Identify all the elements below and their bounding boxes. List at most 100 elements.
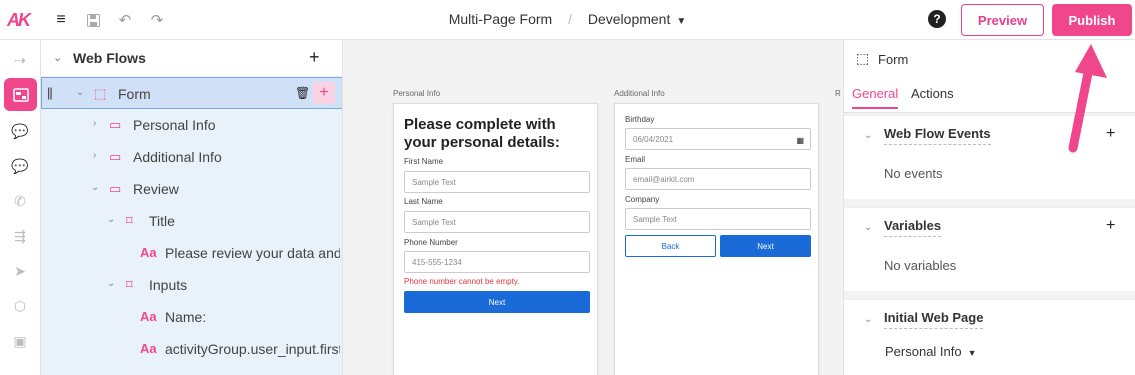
- help-icon[interactable]: ?: [928, 10, 946, 28]
- web-flows-icon[interactable]: [4, 78, 37, 111]
- app-window: AK ≡ ↶ ↷ Multi-Page Form / Development ▼ …: [0, 0, 1135, 375]
- text-icon: Aa: [140, 245, 157, 260]
- form-icon: ⬚: [94, 86, 107, 101]
- field-label: Birthday: [625, 115, 655, 124]
- tab-general[interactable]: General: [852, 86, 899, 109]
- last-name-input[interactable]: Sample Text: [404, 211, 590, 233]
- next-button[interactable]: Next: [404, 291, 590, 313]
- tree-item-first-name-binding[interactable]: Aa activityGroup.user_input.first_: [41, 333, 342, 365]
- caret-down-icon: ▼: [676, 16, 687, 27]
- page-icon: ▭: [109, 117, 122, 132]
- tree-title: Web Flows: [73, 50, 146, 66]
- tree-item-label: Title: [149, 213, 175, 229]
- page-preview-personal-info[interactable]: Please complete with your personal detai…: [393, 103, 598, 375]
- page-label-personal-info: Personal Info: [393, 89, 441, 98]
- drag-handle-icon[interactable]: ||: [47, 85, 53, 100]
- environment-label: Development: [587, 11, 671, 27]
- chevron-down-icon[interactable]: ⌄: [107, 214, 115, 225]
- field-label: First Name: [404, 157, 444, 166]
- page-label-review: R: [835, 89, 841, 98]
- trash-icon[interactable]: 🗑: [295, 86, 310, 100]
- design-canvas[interactable]: Personal Info Please complete with your …: [343, 40, 843, 375]
- tree-item-inputs[interactable]: ⌄ ⌑ Inputs: [41, 269, 342, 301]
- form-icon: ⬚: [856, 50, 870, 66]
- chevron-down-icon[interactable]: ⌄: [53, 51, 62, 64]
- package-icon[interactable]: ⬡: [10, 296, 30, 316]
- birthday-value: 06/04/2021: [633, 135, 674, 144]
- section-gap: [844, 291, 1135, 299]
- annotation-arrow-icon: [1068, 44, 1107, 153]
- chat-icon[interactable]: 💬: [10, 121, 30, 141]
- caret-down-icon: ▼: [967, 348, 977, 358]
- section-title[interactable]: Variables: [884, 218, 942, 237]
- initial-page-select[interactable]: Personal Info ▼: [885, 344, 977, 359]
- preview-button[interactable]: Preview: [961, 4, 1044, 36]
- environment-selector[interactable]: Development ▼: [588, 11, 686, 27]
- chevron-right-icon[interactable]: ›: [93, 150, 96, 161]
- tab-actions[interactable]: Actions: [911, 86, 954, 101]
- field-label: Last Name: [404, 197, 443, 206]
- page-icon: ▭: [109, 149, 122, 164]
- tree-item-label: Additional Info: [133, 149, 222, 165]
- page-preview-additional-info[interactable]: Birthday 06/04/2021 ▦ Email email@airkit…: [614, 103, 819, 375]
- tree-item-review[interactable]: ⌄ ▭ Review: [41, 173, 342, 205]
- add-variable-icon[interactable]: +: [1106, 217, 1115, 235]
- birthday-input[interactable]: 06/04/2021 ▦: [625, 128, 811, 150]
- tree-item-label: Inputs: [149, 277, 188, 293]
- chevron-down-icon[interactable]: ⌄: [107, 278, 115, 289]
- media-icon[interactable]: ▣: [10, 331, 30, 351]
- tree-item-review-text[interactable]: Aa Please review your data and: [41, 237, 342, 269]
- initial-page-value: Personal Info: [885, 344, 962, 359]
- field-label: Email: [625, 155, 646, 164]
- phone-number-input[interactable]: 415-555-1234: [404, 251, 590, 273]
- breadcrumb-separator: /: [568, 11, 572, 27]
- tree-item-personal-info[interactable]: › ▭ Personal Info: [41, 109, 342, 141]
- tree-item-label: Review: [133, 181, 179, 197]
- inspector-title: Form: [878, 52, 909, 67]
- first-name-input[interactable]: Sample Text: [404, 171, 590, 193]
- company-input[interactable]: Sample Text: [625, 208, 811, 230]
- publish-button[interactable]: Publish: [1052, 4, 1132, 36]
- tree-item-label: Personal Info: [133, 117, 216, 133]
- section-title[interactable]: Web Flow Events: [884, 126, 991, 145]
- left-nav-rail: ⇢ 💬 💬 ✆ ⇶ ➤ ⬡ ▣: [0, 40, 41, 375]
- tree-item-label: Name:: [165, 309, 207, 325]
- empty-state: No events: [884, 166, 943, 181]
- chevron-down-icon[interactable]: ⌄: [91, 182, 99, 193]
- email-input[interactable]: email@airkit.com: [625, 168, 811, 190]
- section-title[interactable]: Initial Web Page: [884, 310, 984, 329]
- conversation-icon[interactable]: 💬: [10, 156, 30, 176]
- send-icon[interactable]: ➤: [10, 261, 30, 281]
- phone-icon[interactable]: ✆: [10, 191, 30, 211]
- error-message: Phone number cannot be empty.: [404, 277, 520, 286]
- chevron-down-icon[interactable]: ⌄: [864, 222, 872, 233]
- section-initial-web-page: ⌄ Initial Web Page Personal Info ▼: [844, 299, 1135, 375]
- web-flows-tree: ⌄ Web Flows + || ⌄ ⬚ Form 🗑 + › ▭ Person…: [41, 40, 343, 375]
- text-icon: Aa: [140, 341, 157, 356]
- tree-item-label: Please review your data and: [165, 245, 340, 261]
- chevron-right-icon[interactable]: ›: [93, 118, 96, 129]
- section-gap: [844, 199, 1135, 207]
- container-icon: ⌑: [126, 277, 133, 292]
- tree-item-title[interactable]: ⌄ ⌑ Title: [41, 205, 342, 237]
- page-heading: Please complete with your personal detai…: [404, 116, 560, 151]
- next-button[interactable]: Next: [720, 235, 811, 257]
- back-button[interactable]: Back: [625, 235, 716, 257]
- tree-item-label: Form: [118, 86, 151, 102]
- add-web-flow-icon[interactable]: +: [309, 47, 320, 68]
- chevron-down-icon[interactable]: ⌄: [864, 314, 872, 325]
- top-bar: AK ≡ ↶ ↷ Multi-Page Form / Development ▼ …: [0, 0, 1135, 40]
- container-icon: ⌑: [126, 213, 133, 228]
- chevron-down-icon[interactable]: ⌄: [864, 130, 872, 141]
- connect-icon[interactable]: ⇢: [10, 50, 30, 70]
- field-label: Company: [625, 195, 660, 204]
- data-flow-icon[interactable]: ⇶: [10, 226, 30, 246]
- tree-item-form[interactable]: || ⌄ ⬚ Form 🗑 +: [41, 77, 342, 109]
- section-variables: ⌄ Variables + No variables: [844, 207, 1135, 291]
- breadcrumb-app-name[interactable]: Multi-Page Form: [449, 11, 552, 27]
- add-child-button[interactable]: +: [313, 82, 335, 104]
- calendar-icon[interactable]: ▦: [796, 136, 804, 145]
- chevron-down-icon[interactable]: ⌄: [76, 87, 84, 98]
- tree-item-additional-info[interactable]: › ▭ Additional Info: [41, 141, 342, 173]
- tree-item-name-label[interactable]: Aa Name:: [41, 301, 342, 333]
